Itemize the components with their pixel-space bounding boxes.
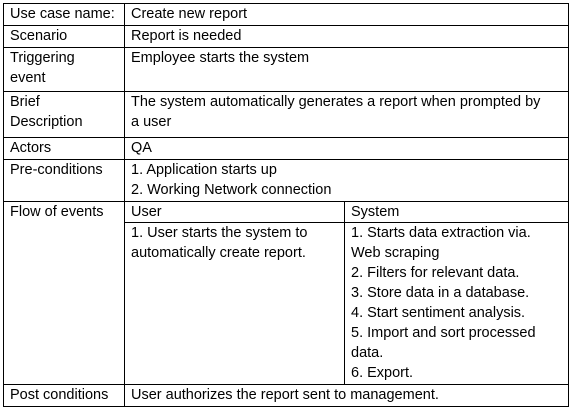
system-step-line: 1. Starts data extraction via.: [351, 225, 531, 241]
row-use-case-name: Use case name: Create new report: [3, 3, 569, 26]
triggering-event-label-line-2: event: [10, 70, 46, 86]
use-case-name-value: Create new report: [124, 3, 569, 26]
triggering-event-label-line-1: Triggering: [10, 50, 75, 66]
user-step-line: automatically create report.: [131, 245, 306, 261]
brief-description-line-2: a user: [131, 114, 172, 130]
post-conditions-label: Post conditions: [3, 384, 125, 407]
system-step-line: data.: [351, 345, 384, 361]
system-step-line: 2. Filters for relevant data.: [351, 265, 520, 281]
pre-conditions-label: Pre-conditions: [3, 159, 125, 202]
scenario-value: Report is needed: [124, 25, 569, 48]
system-step-line: 4. Start sentiment analysis.: [351, 305, 526, 321]
flow-system-header: System: [344, 201, 569, 223]
use-case-name-label: Use case name:: [3, 3, 125, 26]
user-step-line: 1. User starts the system to: [131, 225, 308, 241]
row-brief-description: Brief Description The system automatical…: [3, 91, 569, 138]
pre-condition-item: 1. Application starts up: [131, 162, 277, 178]
scenario-label: Scenario: [3, 25, 125, 48]
brief-description-label-line-2: Description: [10, 114, 83, 130]
brief-description-label-line-1: Brief: [10, 94, 40, 110]
triggering-event-label: Triggering event: [3, 47, 125, 92]
flow-of-events-label: Flow of events: [3, 201, 125, 385]
row-flow-of-events-header: Flow of events User System: [3, 201, 569, 385]
flow-user-header: User: [124, 201, 345, 223]
row-triggering-event: Triggering event Employee starts the sys…: [3, 47, 569, 92]
system-step-line: Web scraping: [351, 245, 440, 261]
actors-label: Actors: [3, 137, 125, 160]
system-step-line: 3. Store data in a database.: [351, 285, 530, 301]
pre-condition-item: 2. Working Network connection: [131, 182, 332, 198]
brief-description-label: Brief Description: [3, 91, 125, 138]
row-post-conditions: Post conditions User authorizes the repo…: [3, 384, 569, 407]
row-actors: Actors QA: [3, 137, 569, 160]
system-step-line: 6. Export.: [351, 365, 414, 381]
system-step-line: 5. Import and sort processed: [351, 325, 536, 341]
row-scenario: Scenario Report is needed: [3, 25, 569, 48]
row-pre-conditions: Pre-conditions 1. Application starts up …: [3, 159, 569, 202]
pre-conditions-list: 1. Application starts up 2. Working Netw…: [124, 159, 569, 202]
triggering-event-value: Employee starts the system: [124, 47, 569, 92]
post-conditions-value: User authorizes the report sent to manag…: [124, 384, 569, 407]
brief-description-line-1: The system automatically generates a rep…: [131, 94, 541, 110]
flow-system-steps: 1. Starts data extraction via. Web scrap…: [344, 222, 569, 385]
use-case-table: Use case name: Create new report Scenari…: [3, 3, 569, 407]
brief-description-value: The system automatically generates a rep…: [124, 91, 569, 138]
actors-value: QA: [124, 137, 569, 160]
flow-user-steps: 1. User starts the system to automatical…: [124, 222, 345, 385]
